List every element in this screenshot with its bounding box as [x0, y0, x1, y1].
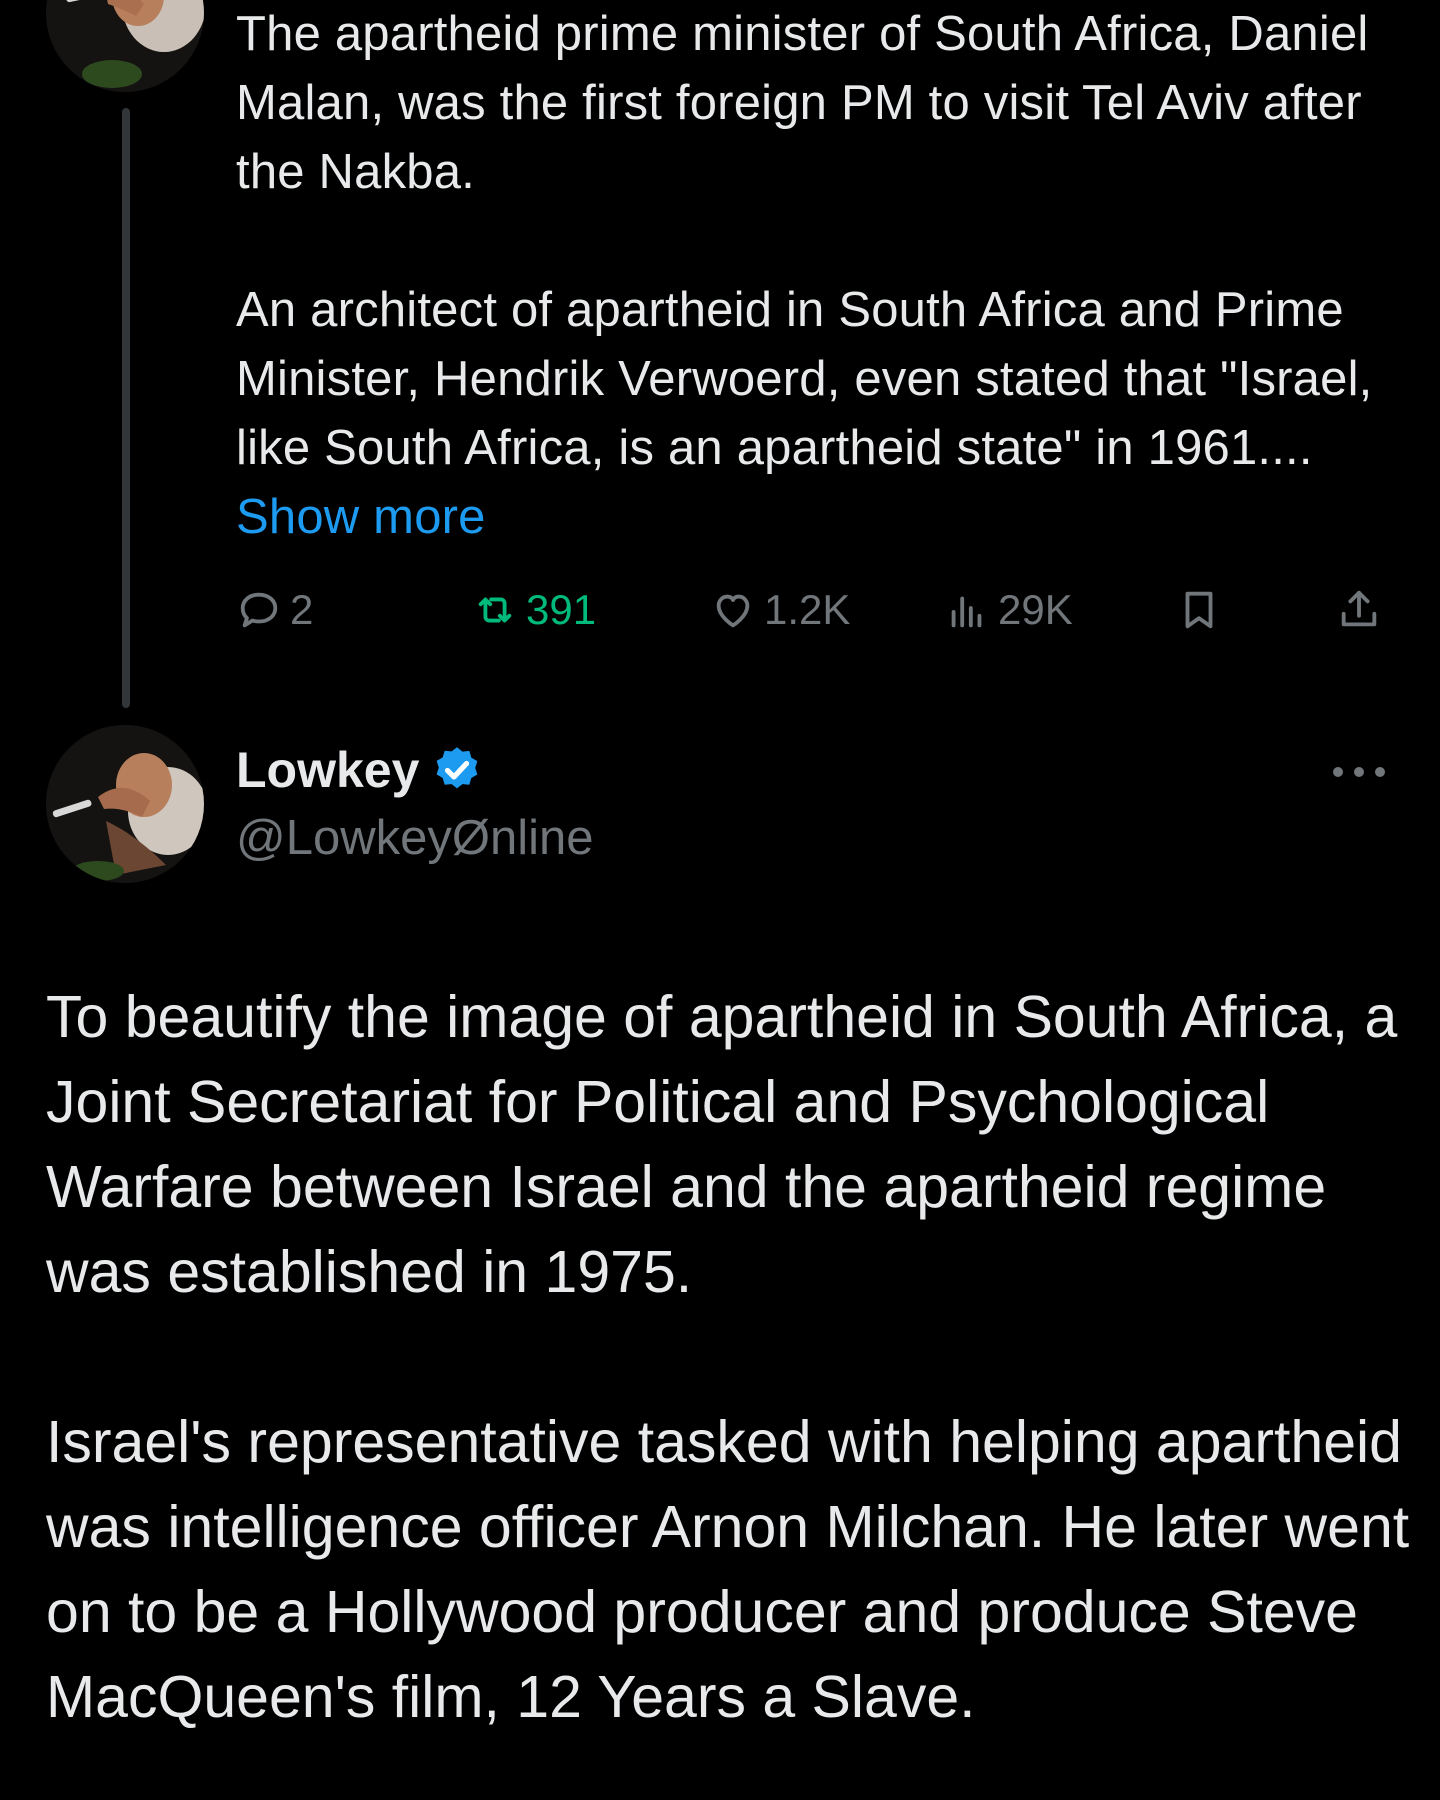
- bookmark-icon: [1185, 591, 1213, 629]
- tweet-paragraph: To beautify the image of apartheid in So…: [46, 984, 1398, 1305]
- verified-badge-icon[interactable]: [431, 744, 483, 796]
- reply-icon: [240, 592, 278, 628]
- tweet-text: To beautify the image of apartheid in So…: [46, 975, 1416, 1740]
- like-button[interactable]: 1.2K: [710, 580, 850, 640]
- views-icon: [951, 596, 982, 628]
- author-name[interactable]: Lowkey: [236, 735, 483, 805]
- views-button[interactable]: 29K: [944, 580, 1073, 640]
- tweet-paragraph: Israel's representative tasked with help…: [46, 1409, 1410, 1730]
- share-button[interactable]: [1336, 580, 1382, 640]
- tweet-paragraph-text: An architect of apartheid in South Afric…: [236, 283, 1373, 475]
- author-handle[interactable]: @LowkeyØnline: [236, 803, 594, 873]
- more-options-icon[interactable]: [1330, 752, 1388, 792]
- reply-button[interactable]: 2: [236, 580, 313, 640]
- avatar[interactable]: [46, 0, 204, 92]
- display-name-text: Lowkey: [236, 742, 420, 798]
- share-icon: [1341, 590, 1377, 627]
- tweet-paragraph: An architect of apartheid in South Afric…: [236, 276, 1376, 552]
- reply-count: 2: [290, 586, 314, 633]
- tweet-action-bar: 2 391 1.2K 29K: [236, 580, 1386, 640]
- avatar-photo: [46, 725, 204, 883]
- repost-button[interactable]: 391: [472, 580, 596, 640]
- tweet-thread: The apartheid prime minister of South Af…: [0, 0, 1440, 1800]
- thread-connector-line: [122, 108, 130, 708]
- tweet-text: The apartheid prime minister of South Af…: [236, 0, 1376, 552]
- show-more-link[interactable]: Show more: [236, 490, 486, 544]
- tweet-paragraph: The apartheid prime minister of South Af…: [236, 7, 1369, 199]
- like-icon: [716, 594, 750, 628]
- avatar-photo: [46, 0, 204, 92]
- avatar[interactable]: [46, 725, 204, 883]
- repost-count: 391: [526, 586, 597, 633]
- like-count: 1.2K: [764, 586, 851, 633]
- bookmark-button[interactable]: [1176, 580, 1222, 640]
- views-count: 29K: [998, 586, 1073, 633]
- repost-icon: [478, 597, 512, 623]
